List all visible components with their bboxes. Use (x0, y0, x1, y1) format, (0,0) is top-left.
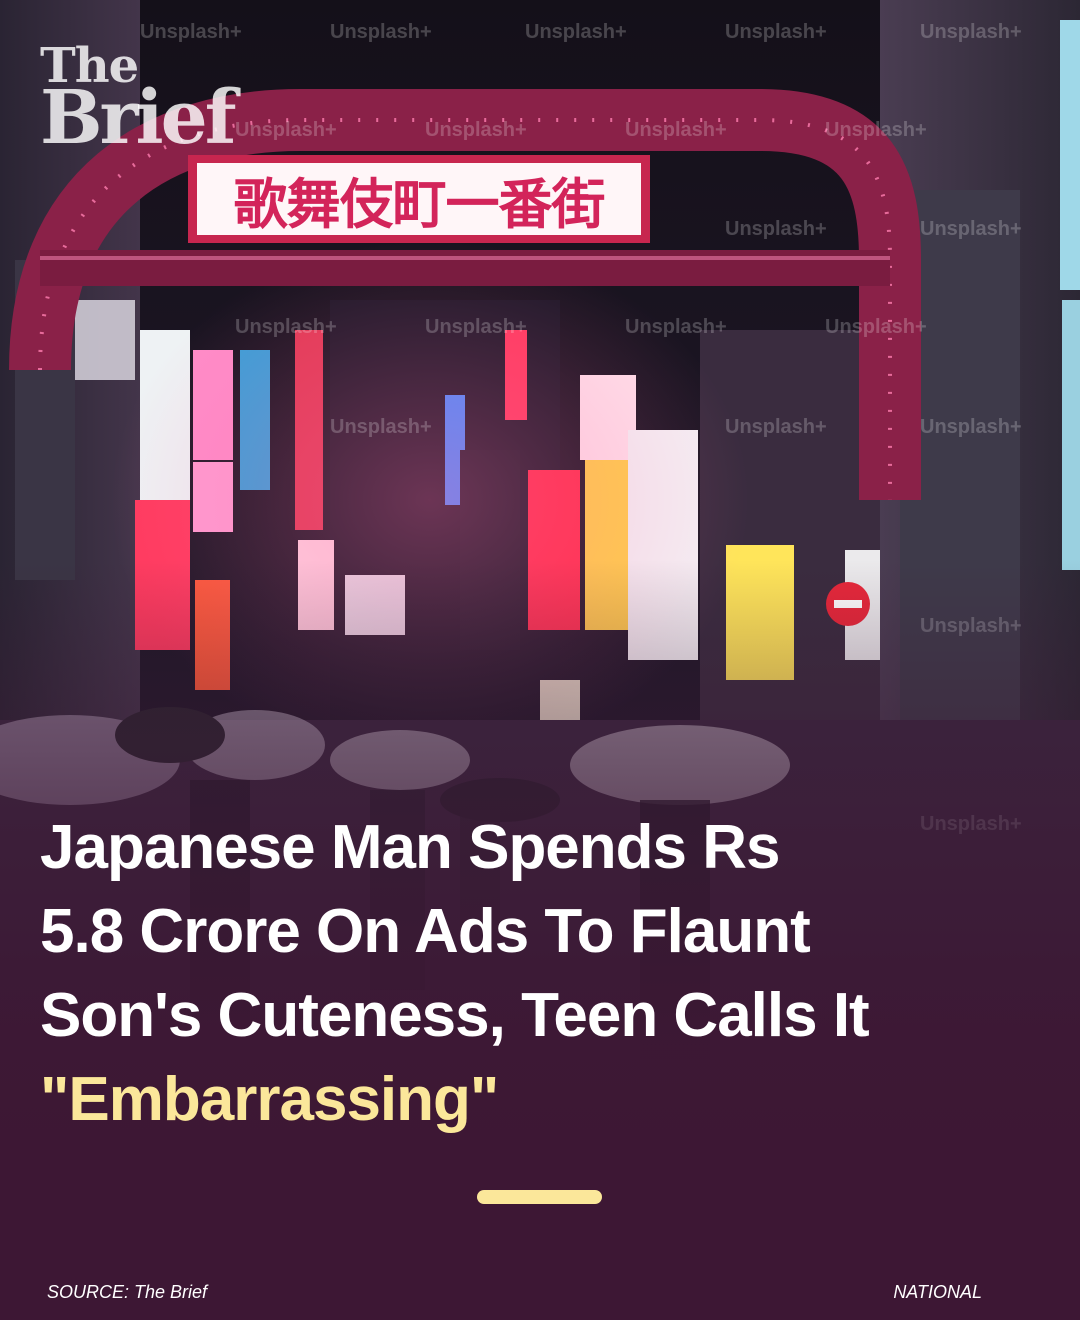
watermark-text: Unsplash+ (425, 119, 527, 141)
headline-line-1: Japanese Man Spends Rs (40, 813, 780, 882)
watermark-text: Unsplash+ (825, 316, 927, 338)
watermark-text: Unsplash+ (625, 316, 727, 338)
category-label: NATIONAL (893, 1282, 982, 1302)
news-post-card: Unsplash+ Unsplash+ Unsplash+ Unsplash+ … (0, 0, 1080, 1320)
headline: Japanese Man Spends Rs 5.8 Crore On Ads … (40, 806, 940, 1142)
watermark-text: Unsplash+ (920, 21, 1022, 43)
watermark-text: Unsplash+ (625, 119, 727, 141)
watermark-text: Unsplash+ (525, 21, 627, 43)
watermark-text: Unsplash+ (825, 119, 927, 141)
the-brief-logo: The Brief (40, 42, 237, 162)
headline-line-3: Son's Cuteness, Teen Calls It (40, 981, 870, 1050)
watermark-text: Unsplash+ (725, 218, 827, 240)
watermark-text: Unsplash+ (235, 119, 337, 141)
headline-line-2: 5.8 Crore On Ads To Flaunt (40, 897, 811, 966)
watermark-text: Unsplash+ (425, 316, 527, 338)
watermark-text: Unsplash+ (920, 218, 1022, 240)
headline-highlight: "Embarrassing" (40, 1065, 499, 1134)
footer: SOURCE: The Brief NATIONAL (47, 1282, 982, 1303)
watermark-text: Unsplash+ (330, 21, 432, 43)
logo-line-2: Brief (40, 75, 237, 162)
watermark-text: Unsplash+ (725, 416, 827, 438)
accent-divider (477, 1190, 602, 1204)
arch-sign-text: 歌舞伎町一番街 (233, 172, 606, 236)
watermark-text: Unsplash+ (140, 21, 242, 43)
watermark-text: Unsplash+ (235, 316, 337, 338)
watermark-text: Unsplash+ (920, 416, 1022, 438)
watermark-text: Unsplash+ (725, 21, 827, 43)
source-credit: SOURCE: The Brief (47, 1282, 208, 1302)
watermark-text: Unsplash+ (330, 416, 432, 438)
